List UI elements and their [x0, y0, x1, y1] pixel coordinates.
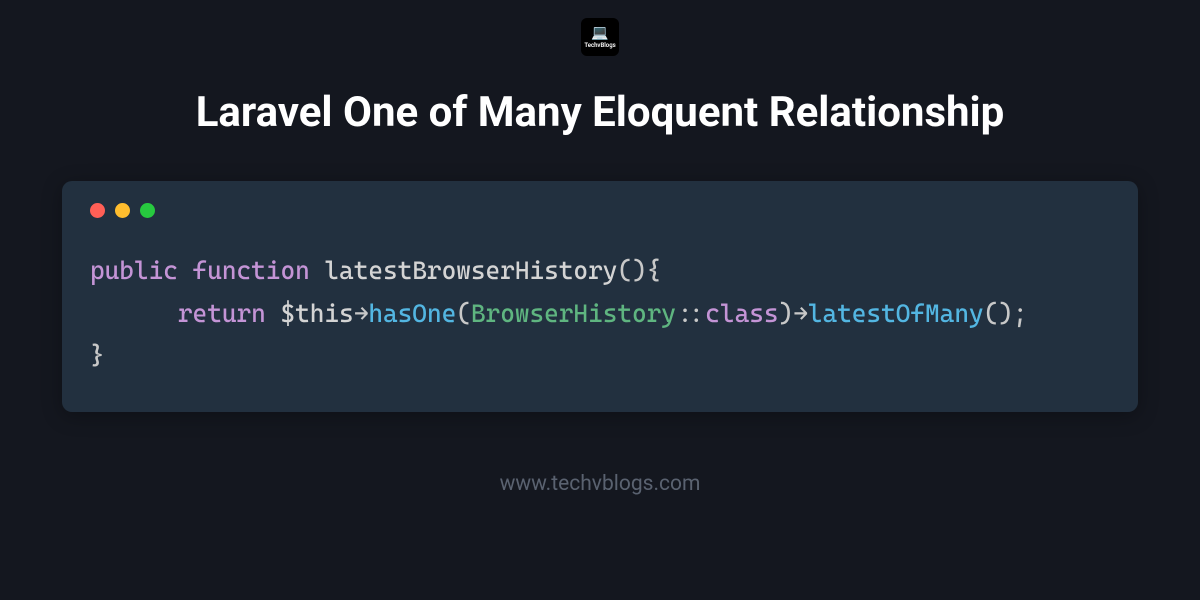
code-block: public function latestBrowserHistory(){ …: [90, 250, 1110, 378]
code-keyword: return: [178, 299, 266, 328]
logo: 💻 TechvBlogs: [581, 18, 619, 56]
code-punct: (: [456, 299, 471, 328]
code-punct: (: [617, 256, 632, 285]
code-funcname: latestBrowserHistory: [324, 256, 617, 285]
laptop-icon: 💻: [591, 26, 608, 40]
page-title: Laravel One of Many Eloquent Relationshi…: [196, 88, 1005, 137]
code-keyword: class: [705, 299, 778, 328]
code-indent: [90, 299, 178, 328]
code-keyword: public: [90, 256, 178, 285]
maximize-icon: [140, 203, 155, 218]
code-window: public function latestBrowserHistory(){ …: [62, 181, 1138, 412]
close-icon: [90, 203, 105, 218]
code-punct: {: [647, 256, 662, 285]
minimize-icon: [115, 203, 130, 218]
code-punct: }: [90, 341, 105, 370]
code-punct: (: [984, 299, 999, 328]
code-keyword: function: [193, 256, 310, 285]
code-punct: ;: [1013, 299, 1028, 328]
code-punct: ): [632, 256, 647, 285]
code-class: BrowserHistory: [471, 299, 676, 328]
code-method: hasOne: [368, 299, 456, 328]
code-arrow: →: [793, 299, 808, 328]
code-var: $this: [280, 299, 353, 328]
traffic-lights: [90, 203, 1110, 218]
logo-text: TechvBlogs: [584, 42, 615, 49]
footer-url: www.techvblogs.com: [500, 472, 701, 496]
code-arrow: →: [354, 299, 369, 328]
code-punct: ): [779, 299, 794, 328]
code-punct: ::: [676, 299, 705, 328]
code-method: latestOfMany: [808, 299, 984, 328]
code-punct: ): [998, 299, 1013, 328]
